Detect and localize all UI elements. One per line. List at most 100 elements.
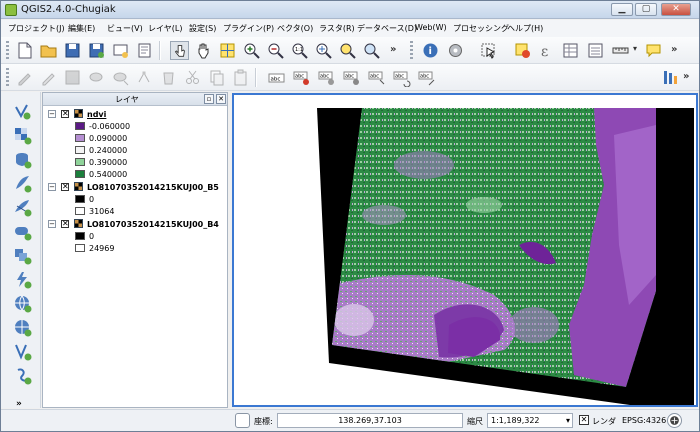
- svg-text:abc: abc: [271, 77, 281, 83]
- status-bar: 座標: 138.269,37.103 縮尺 1:1,189,322 ▾ ✕ レン…: [1, 409, 699, 431]
- node-tool-icon: [138, 71, 150, 83]
- zoom-native-resolution-icon[interactable]: 1:1: [290, 41, 309, 60]
- minimize-button[interactable]: ▁: [611, 3, 633, 16]
- add-oracle-layer-icon[interactable]: [13, 222, 32, 241]
- select-features-icon[interactable]: [479, 41, 498, 60]
- vertical-toolbar-overflow-icon[interactable]: »: [16, 399, 22, 409]
- layer-name-b5[interactable]: LO81070352014215KUJ00_B5: [87, 182, 219, 193]
- toolbar-grip[interactable]: [410, 41, 413, 60]
- toolbar-grip[interactable]: [6, 41, 9, 60]
- field-calculator-icon[interactable]: ε: [537, 41, 556, 60]
- pan-to-selection-icon[interactable]: [218, 41, 237, 60]
- new-print-composer-icon[interactable]: [111, 41, 130, 60]
- legend-value: -0.060000: [89, 122, 131, 131]
- map-canvas[interactable]: [232, 93, 698, 407]
- add-gps-layer-icon[interactable]: [13, 366, 32, 385]
- layer-visibility-checkbox[interactable]: ✕: [61, 220, 69, 228]
- toolbar-overflow-icon[interactable]: »: [683, 71, 689, 82]
- legend-value: 0.390000: [89, 158, 128, 167]
- zoom-to-layer-icon[interactable]: [362, 41, 381, 60]
- attribute-table-icon[interactable]: [561, 41, 580, 60]
- menu-view[interactable]: ビュー(V): [107, 23, 143, 34]
- measure-dropdown-icon[interactable]: ▾: [633, 44, 637, 53]
- collapse-toggle-icon[interactable]: −: [48, 110, 56, 118]
- zoom-out-icon[interactable]: [266, 41, 285, 60]
- layer-labeling-icon[interactable]: abc: [267, 68, 286, 87]
- move-label-icon[interactable]: abc: [367, 68, 386, 87]
- coordinate-field[interactable]: 138.269,37.103: [277, 413, 463, 428]
- menu-help[interactable]: ヘルプ(H): [507, 23, 543, 34]
- menu-web[interactable]: Web(W): [415, 23, 447, 32]
- maximize-button[interactable]: ▢: [635, 3, 657, 16]
- crs-status[interactable]: EPSG:4326: [622, 416, 666, 425]
- menu-edit[interactable]: 編集(E): [68, 23, 95, 34]
- menu-raster[interactable]: ラスタ(R): [319, 23, 355, 34]
- pan-map-icon[interactable]: [194, 41, 213, 60]
- scale-combobox[interactable]: 1:1,189,322: [487, 413, 573, 428]
- highlight-pinned-labels-icon[interactable]: abc: [317, 68, 336, 87]
- map-tips-icon[interactable]: [644, 41, 663, 60]
- menu-layer[interactable]: レイヤ(L): [148, 23, 182, 34]
- menu-project[interactable]: プロジェクト(J): [8, 23, 65, 34]
- plugin-toolbar-icon[interactable]: [661, 68, 680, 87]
- add-spatialite-layer-icon[interactable]: [13, 174, 32, 193]
- menu-plugins[interactable]: プラグイン(P): [223, 23, 274, 34]
- svg-text:abc: abc: [370, 74, 379, 80]
- render-checkbox[interactable]: ✕: [579, 415, 589, 425]
- legend-swatch: [75, 134, 85, 142]
- delete-selected-icon: [163, 72, 174, 85]
- collapse-toggle-icon[interactable]: −: [48, 183, 56, 191]
- scale-dropdown-icon[interactable]: ▾: [566, 416, 570, 425]
- add-postgis-layer-icon[interactable]: [13, 150, 32, 169]
- add-virtual-layer-icon[interactable]: [13, 342, 32, 361]
- measure-line-icon[interactable]: [611, 41, 630, 60]
- deselect-features-icon[interactable]: [513, 41, 532, 60]
- layer-name-b4[interactable]: LO81070352014215KUJ00_B4: [87, 219, 219, 230]
- svg-text:abc: abc: [395, 74, 404, 80]
- layer-name-ndvi[interactable]: ndvi: [87, 109, 106, 120]
- new-project-icon[interactable]: [15, 41, 34, 60]
- open-project-icon[interactable]: [39, 41, 58, 60]
- layer-visibility-checkbox[interactable]: ✕: [61, 110, 69, 118]
- zoom-in-icon[interactable]: [242, 41, 261, 60]
- save-as-icon[interactable]: [87, 41, 106, 60]
- close-window-button[interactable]: ✕: [661, 3, 691, 16]
- identify-features-icon[interactable]: i: [421, 41, 440, 60]
- add-raster-layer-icon[interactable]: [13, 126, 32, 145]
- change-label-icon[interactable]: abc: [417, 68, 436, 87]
- menu-settings[interactable]: 設定(S): [189, 23, 216, 34]
- add-wms-layer-icon[interactable]: [13, 246, 32, 265]
- toolbar-overflow-icon[interactable]: »: [390, 44, 396, 55]
- save-project-icon[interactable]: [63, 41, 82, 60]
- statistical-summary-icon[interactable]: [586, 41, 605, 60]
- rotate-label-icon[interactable]: abc: [392, 68, 411, 87]
- pin-labels-icon[interactable]: abc: [292, 68, 311, 87]
- legend-swatch: [75, 195, 85, 203]
- add-wfs-layer-icon[interactable]: [13, 294, 32, 313]
- legend-value: 0: [89, 232, 95, 241]
- legend-swatch: [75, 170, 85, 178]
- zoom-full-icon[interactable]: [314, 41, 333, 60]
- touch-zoom-pan-icon[interactable]: [170, 41, 189, 60]
- composer-manager-icon[interactable]: [135, 41, 154, 60]
- layer-visibility-checkbox[interactable]: ✕: [61, 183, 69, 191]
- messages-icon[interactable]: [667, 413, 682, 428]
- toolbar-overflow-icon[interactable]: »: [671, 44, 677, 55]
- menu-processing[interactable]: プロセッシング: [453, 23, 509, 34]
- menu-database[interactable]: データベース(D): [357, 23, 417, 34]
- add-mssql-layer-icon[interactable]: [13, 198, 32, 217]
- legend-swatch: [75, 207, 85, 215]
- toolbar-grip[interactable]: [6, 68, 9, 87]
- zoom-to-selection-icon[interactable]: [338, 41, 357, 60]
- toggle-extents-icon[interactable]: [235, 413, 250, 428]
- show-hide-labels-icon[interactable]: abc: [342, 68, 361, 87]
- add-delimited-text-layer-icon[interactable]: [13, 318, 32, 337]
- close-panel-button[interactable]: ✕: [216, 94, 226, 104]
- run-feature-action-icon[interactable]: [446, 41, 465, 60]
- legend-value: 0: [89, 195, 95, 204]
- add-vector-layer-icon[interactable]: [13, 102, 32, 121]
- add-wcs-layer-icon[interactable]: [13, 270, 32, 289]
- float-panel-button[interactable]: ▫: [204, 94, 214, 104]
- collapse-toggle-icon[interactable]: −: [48, 220, 56, 228]
- menu-vector[interactable]: ベクタ(O): [277, 23, 313, 34]
